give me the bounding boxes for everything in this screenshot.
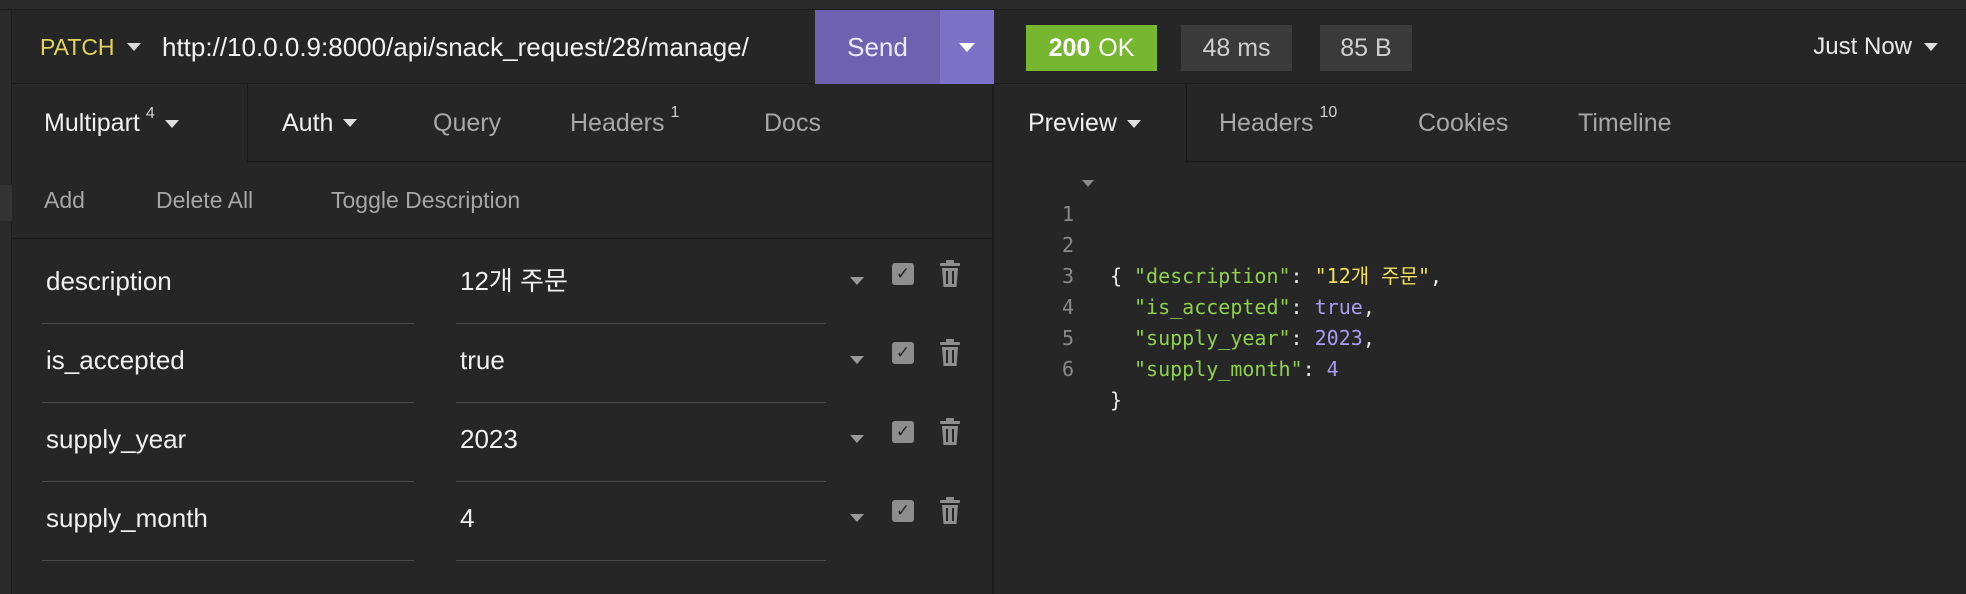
- delete-all-button[interactable]: Delete All: [156, 162, 253, 239]
- code-line: 2 "description": "12개 주문",: [994, 199, 1966, 288]
- param-actions: Add Delete All Toggle Description: [12, 162, 994, 239]
- trash-icon[interactable]: [938, 497, 962, 525]
- param-name-input[interactable]: description: [42, 250, 414, 324]
- line-number: 6: [1061, 357, 1074, 381]
- code-line: 5 "supply_month": 4: [994, 292, 1966, 381]
- tab-label: Timeline: [1578, 108, 1672, 137]
- history-label: Just Now: [1813, 33, 1912, 60]
- request-tabs: Multipart 4 Auth Query Headers 1 Docs: [12, 84, 994, 163]
- chevron-down-icon: [959, 42, 975, 52]
- sidebar-active-marker: [0, 185, 12, 221]
- trash-icon[interactable]: [938, 339, 962, 367]
- json-key: "supply_month": [1134, 357, 1303, 381]
- tab-auth[interactable]: Auth: [282, 84, 358, 162]
- chevron-down-icon: [1924, 43, 1938, 51]
- close-brace: }: [1110, 388, 1123, 412]
- code-line: 3 "is_accepted": true,: [994, 230, 1966, 319]
- json-value: 4: [1326, 357, 1339, 381]
- send-button[interactable]: Send: [815, 10, 940, 84]
- tab-preview[interactable]: Preview: [994, 84, 1187, 163]
- trash-icon[interactable]: [938, 418, 962, 446]
- status-badge: 200 OK: [1026, 25, 1157, 71]
- tab-headers[interactable]: Headers 1: [570, 84, 679, 162]
- window-top-strip: [0, 0, 1966, 10]
- param-value-input[interactable]: 12개 주문: [456, 250, 826, 324]
- chevron-down-icon: [164, 119, 179, 128]
- tab-label: Query: [433, 108, 502, 137]
- tab-count-badge: 10: [1319, 104, 1338, 121]
- toggle-description-button[interactable]: Toggle Description: [331, 162, 520, 239]
- status-code: 200: [1048, 33, 1091, 62]
- url-bar: PATCH http://10.0.0.9:8000/api/snack_req…: [12, 10, 994, 84]
- tab-label: Preview: [1028, 109, 1117, 137]
- tab-response-headers[interactable]: Headers 10: [1219, 84, 1337, 162]
- param-row: is_accepted true ✓: [12, 329, 994, 408]
- tab-label: Multipart: [44, 109, 140, 137]
- response-size-badge: 85 B: [1320, 25, 1412, 71]
- request-pane: PATCH http://10.0.0.9:8000/api/snack_req…: [12, 10, 994, 594]
- param-name-input[interactable]: is_accepted: [42, 329, 414, 403]
- chevron-down-icon: [850, 435, 864, 443]
- tab-label: Docs: [764, 108, 821, 137]
- param-value-input[interactable]: 2023: [456, 408, 826, 482]
- tab-label: Auth: [282, 108, 334, 137]
- param-value-input[interactable]: true: [456, 329, 826, 403]
- tab-cookies[interactable]: Cookies: [1418, 84, 1508, 162]
- send-options-button[interactable]: [940, 10, 994, 84]
- response-time-badge: 48 ms: [1181, 25, 1292, 71]
- chevron-down-icon: [343, 119, 358, 127]
- param-row: description 12개 주문 ✓: [12, 250, 994, 329]
- status-text: OK: [1098, 33, 1135, 62]
- param-enabled-checkbox[interactable]: ✓: [892, 342, 914, 364]
- method-label: PATCH: [40, 33, 115, 60]
- chevron-down-icon: [850, 514, 864, 522]
- tab-timeline[interactable]: Timeline: [1578, 84, 1672, 162]
- code-line: 6 }: [994, 323, 1966, 412]
- param-enabled-checkbox[interactable]: ✓: [892, 421, 914, 443]
- trash-icon[interactable]: [938, 260, 962, 288]
- tab-multipart[interactable]: Multipart 4: [12, 84, 248, 163]
- tab-count-badge: 1: [670, 104, 680, 121]
- history-dropdown[interactable]: Just Now: [1813, 10, 1938, 84]
- response-pane: 200 OK 48 ms 85 B Just Now Preview Heade…: [994, 10, 1966, 594]
- param-name-input[interactable]: supply_year: [42, 408, 414, 482]
- method-dropdown[interactable]: PATCH: [40, 10, 141, 84]
- tab-label: Headers: [1219, 108, 1314, 137]
- param-type-dropdown[interactable]: [850, 430, 864, 448]
- param-row: supply_year 2023 ✓: [12, 408, 994, 487]
- tab-label: Headers: [570, 108, 665, 137]
- param-value-input[interactable]: 4: [456, 487, 826, 561]
- param-type-dropdown[interactable]: [850, 509, 864, 527]
- code-line: 1 {: [994, 168, 1966, 288]
- fold-toggle-icon[interactable]: [1082, 180, 1094, 187]
- add-param-button[interactable]: Add: [44, 162, 85, 239]
- param-enabled-checkbox[interactable]: ✓: [892, 263, 914, 285]
- chevron-down-icon: [850, 277, 864, 285]
- param-enabled-checkbox[interactable]: ✓: [892, 500, 914, 522]
- response-tabs: Preview Headers 10 Cookies Timeline: [994, 84, 1966, 163]
- tab-docs[interactable]: Docs: [764, 84, 821, 162]
- sidebar-gutter: [0, 10, 12, 594]
- param-name-input[interactable]: supply_month: [42, 487, 414, 561]
- param-row: supply_month 4 ✓: [12, 487, 994, 566]
- code-line: 4 "supply_year": 2023,: [994, 261, 1966, 350]
- tab-query[interactable]: Query: [433, 84, 501, 162]
- tab-label: Cookies: [1418, 108, 1509, 137]
- chevron-down-icon: [850, 356, 864, 364]
- param-type-dropdown[interactable]: [850, 351, 864, 369]
- tab-count-badge: 4: [145, 104, 155, 122]
- response-status-bar: 200 OK 48 ms 85 B Just Now: [994, 10, 1966, 84]
- chevron-down-icon: [126, 43, 141, 51]
- chevron-down-icon: [1126, 119, 1141, 128]
- param-type-dropdown[interactable]: [850, 272, 864, 290]
- url-input[interactable]: http://10.0.0.9:8000/api/snack_request/2…: [162, 10, 749, 84]
